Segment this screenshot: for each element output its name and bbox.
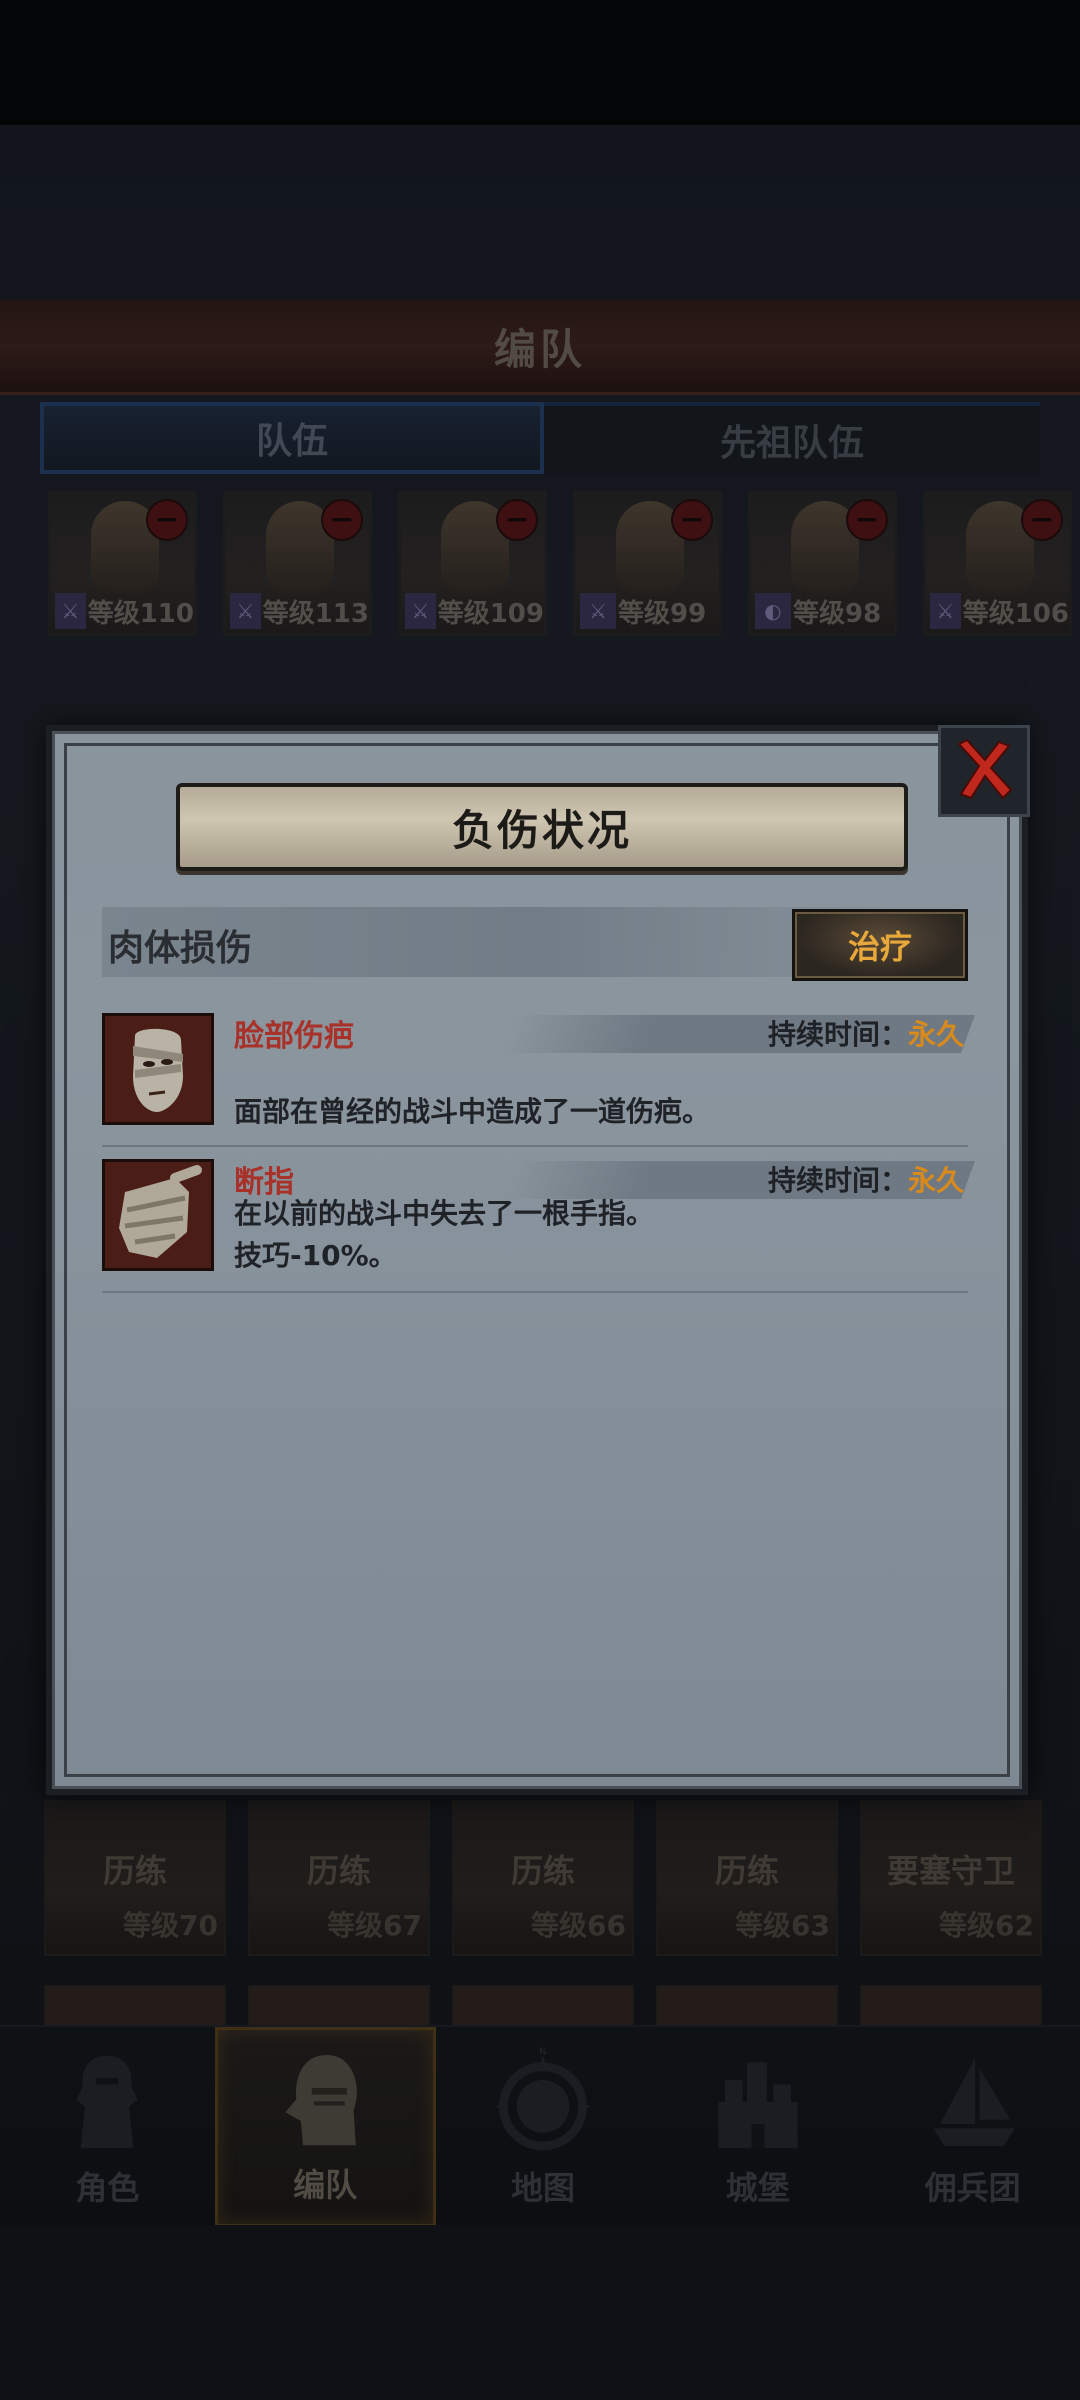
- physical-damage-row: 肉体损伤 治疗: [102, 907, 968, 981]
- dialog-title: 负伤状况: [451, 805, 632, 855]
- close-icon: [957, 738, 1013, 800]
- injury-item: 断指 持续时间：永久 在以前的战斗中失去了一根手指。 技巧-10%。: [102, 1159, 975, 1293]
- injury-effect-line: 技巧-10%。: [234, 1239, 397, 1272]
- duration-text: 持续时间：永久: [768, 1159, 964, 1199]
- bandaged-face-icon: [102, 1013, 214, 1125]
- duration-value: 永久: [907, 1018, 964, 1051]
- duration-text: 持续时间：永久: [768, 1013, 964, 1053]
- heal-button[interactable]: 治疗: [792, 909, 968, 981]
- section-label: 肉体损伤: [108, 928, 253, 969]
- injury-description: 面部在曾经的战斗中造成了一道伤疤。: [234, 1095, 711, 1128]
- duration-value: 永久: [907, 1164, 964, 1197]
- dialog-title-plaque: 负伤状况: [176, 783, 908, 871]
- injury-dialog: 负伤状况 肉体损伤 治疗 脸部伤疤 持续时间：永久 面部在曾经的战斗中造成了一道…: [46, 725, 1030, 1795]
- injury-item: 脸部伤疤 持续时间：永久 面部在曾经的战斗中造成了一道伤疤。: [102, 1013, 975, 1147]
- close-button[interactable]: [938, 725, 1030, 817]
- injury-description: 在以前的战斗中失去了一根手指。 技巧-10%。: [234, 1193, 654, 1277]
- injury-description-line: 在以前的战斗中失去了一根手指。: [234, 1197, 655, 1230]
- duration-label: 持续时间：: [767, 1164, 908, 1197]
- duration-label: 持续时间：: [767, 1018, 908, 1051]
- injury-name: 脸部伤疤: [234, 1019, 354, 1054]
- bandaged-hand-icon: [102, 1159, 214, 1271]
